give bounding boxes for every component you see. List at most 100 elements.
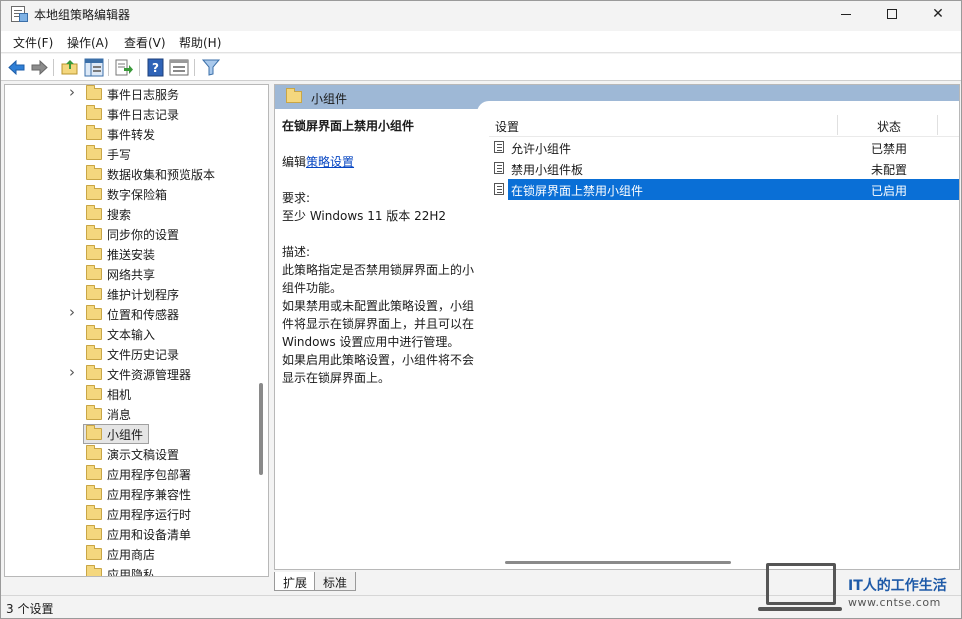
tree-item[interactable]: › 事件日志服务 — [5, 85, 257, 104]
close-button[interactable]: ✕ — [915, 1, 961, 27]
filter-icon[interactable] — [201, 58, 221, 77]
svg-text:?: ? — [152, 61, 159, 75]
tree-item[interactable]: 消息 — [5, 404, 257, 424]
policy-setting-icon — [494, 162, 504, 174]
tree-item[interactable]: 手写 — [5, 144, 257, 164]
folder-icon — [86, 85, 102, 100]
tree-item[interactable]: 应用商店 — [5, 544, 257, 564]
description-line: 组件功能。 — [282, 281, 343, 295]
folder-icon — [86, 385, 102, 400]
right-pane: 小组件 在锁屏界面上禁用小组件 编辑策略设置 要求: 至少 Windows 11… — [274, 84, 960, 570]
column-divider[interactable] — [937, 115, 938, 135]
policy-setting-icon — [494, 183, 504, 195]
toolbar-separator — [53, 59, 54, 76]
table-row-selected[interactable]: 在锁屏界面上禁用小组件 已启用 — [489, 179, 959, 200]
maximize-button[interactable] — [869, 1, 915, 27]
table-horizontal-scrollbar[interactable] — [505, 561, 731, 564]
tree-item[interactable]: 同步你的设置 — [5, 224, 257, 244]
tree-pane[interactable]: 应用隐私 应用商店 应用和设备清单 应用程序运行时 应用程序兼容性 应用程序包部署 演示文稿… — [4, 84, 269, 577]
tree-item[interactable]: 应用隐私 — [5, 564, 257, 577]
properties-icon[interactable] — [169, 58, 189, 77]
show-hide-tree-icon[interactable] — [84, 58, 104, 77]
folder-icon — [86, 105, 102, 120]
description-line: Windows 设置应用中进行管理。 — [282, 335, 460, 349]
policy-title: 在锁屏界面上禁用小组件 — [282, 119, 415, 133]
toolbar: ? — [1, 54, 961, 81]
column-header-state[interactable]: 状态 — [877, 118, 901, 135]
view-tabs: 扩展 标准 — [274, 572, 574, 592]
tree-item-label: 应用隐私 — [107, 568, 156, 577]
monitor-stand — [758, 607, 842, 611]
forward-arrow-icon[interactable] — [29, 58, 49, 77]
tree-item-label: 数字保险箱 — [107, 188, 168, 202]
policy-setting-icon — [494, 141, 504, 153]
tree-item[interactable]: 数据收集和预览版本 — [5, 164, 257, 184]
column-divider[interactable] — [837, 115, 838, 135]
description-line: 显示在锁屏界面上。 — [282, 371, 391, 385]
tree-item[interactable]: 应用和设备清单 — [5, 524, 257, 544]
tree-item[interactable]: › 位置和传感器 — [5, 303, 257, 324]
status-text: 3 个设置 — [6, 602, 54, 616]
tree-item-label: 应用程序兼容性 — [107, 488, 192, 502]
up-folder-icon[interactable] — [60, 58, 80, 77]
table-row[interactable]: 禁用小组件板 未配置 — [489, 158, 959, 179]
tree-item[interactable]: 文件历史记录 — [5, 344, 257, 364]
tree-item[interactable]: 推送安装 — [5, 244, 257, 264]
menu-action[interactable]: 操作(A) — [67, 34, 109, 51]
tree-item[interactable]: 事件转发 — [5, 124, 257, 144]
menu-file[interactable]: 文件(F) — [13, 34, 53, 51]
folder-icon — [86, 205, 102, 220]
menu-help[interactable]: 帮助(H) — [179, 34, 221, 51]
tree-item[interactable]: 事件日志记录 — [5, 104, 257, 124]
tree-item[interactable]: 文本输入 — [5, 324, 257, 344]
export-list-icon[interactable] — [114, 58, 134, 77]
tree-item-label: 推送安装 — [107, 248, 156, 262]
tree-item[interactable]: 数字保险箱 — [5, 184, 257, 204]
tree-item[interactable]: 演示文稿设置 — [5, 444, 257, 464]
edit-policy-line: 编辑策略设置 — [282, 153, 478, 171]
watermark-url: www.cntse.com — [848, 596, 941, 609]
column-header-setting[interactable]: 设置 — [495, 118, 519, 135]
folder-icon — [86, 265, 102, 280]
description-line: 如果禁用或未配置此策略设置，小组 — [282, 299, 475, 313]
title-bar[interactable]: 本地组策略编辑器 ✕ — [1, 1, 961, 27]
tab-extended[interactable]: 扩展 — [274, 572, 317, 591]
tree-item[interactable]: 网络共享 — [5, 264, 257, 284]
tree-vertical-scrollbar[interactable] — [259, 383, 263, 475]
setting-name: 允许小组件 — [511, 142, 572, 156]
setting-name: 在锁屏界面上禁用小组件 — [511, 184, 644, 198]
help-icon[interactable]: ? — [146, 58, 166, 77]
menu-view[interactable]: 查看(V) — [124, 34, 166, 51]
tree-item[interactable]: 维护计划程序 — [5, 284, 257, 304]
chevron-right-icon[interactable]: › — [69, 363, 75, 381]
back-arrow-icon[interactable] — [7, 58, 27, 77]
minimize-button[interactable] — [823, 1, 869, 27]
tree-item[interactable]: 应用程序包部署 — [5, 464, 257, 484]
description-panel: 在锁屏界面上禁用小组件 编辑策略设置 要求: 至少 Windows 11 版本 … — [282, 117, 478, 387]
tree-item-selected[interactable]: 小组件 — [5, 424, 257, 444]
minimize-icon — [841, 13, 851, 15]
edit-policy-link[interactable]: 策略设置 — [306, 155, 354, 169]
tree-item[interactable]: 应用程序兼容性 — [5, 484, 257, 504]
tree-item-label: 应用商店 — [107, 548, 156, 562]
tree-item-label: 应用和设备清单 — [107, 528, 192, 542]
tree-item-label: 应用程序包部署 — [107, 468, 192, 482]
folder-icon — [86, 465, 102, 480]
tree-item[interactable]: 搜索 — [5, 204, 257, 224]
requirements-section: 要求: 至少 Windows 11 版本 22H2 — [282, 189, 478, 225]
table-row[interactable]: 允许小组件 已禁用 — [489, 137, 959, 158]
folder-icon — [86, 565, 102, 576]
tree-item-label: 位置和传感器 — [107, 308, 180, 322]
tree-item[interactable]: › 文件资源管理器 — [5, 363, 257, 384]
tree-item[interactable]: 应用程序运行时 — [5, 504, 257, 524]
tree-item[interactable]: 相机 — [5, 384, 257, 404]
description-line: 如果启用此策略设置，小组件将不会 — [282, 353, 475, 367]
chevron-right-icon[interactable]: › — [69, 85, 75, 101]
chevron-right-icon[interactable]: › — [69, 303, 75, 321]
tree-item-label: 数据收集和预览版本 — [107, 168, 216, 182]
folder-icon — [86, 125, 102, 140]
folder-icon — [86, 545, 102, 560]
tab-standard[interactable]: 标准 — [314, 572, 357, 591]
folder-icon — [86, 345, 102, 360]
tree-item-label: 搜索 — [107, 208, 132, 222]
